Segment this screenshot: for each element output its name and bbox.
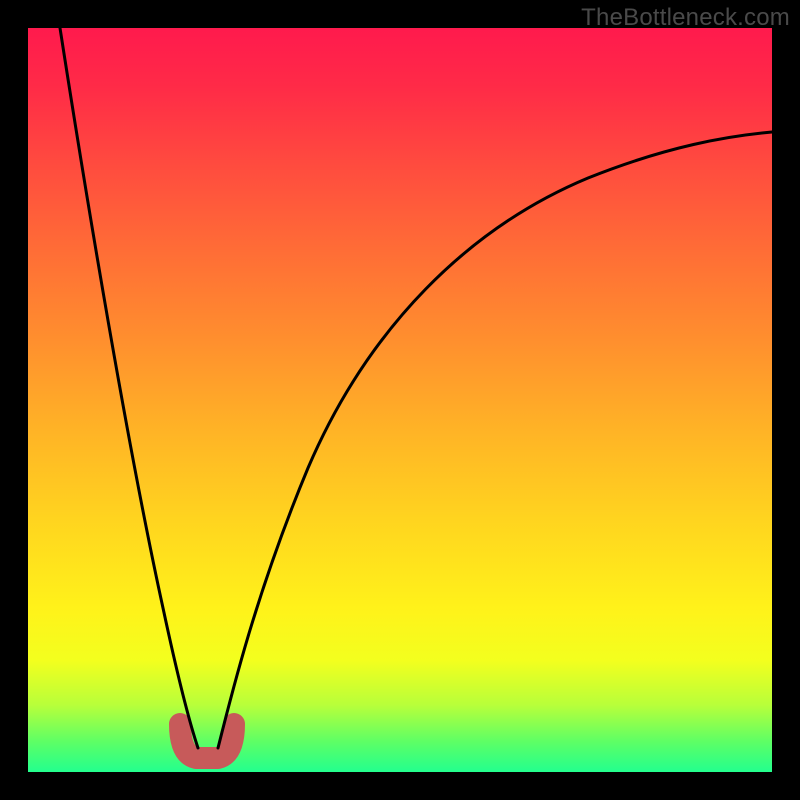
- curve-right: [218, 132, 772, 748]
- trough-marker: [180, 724, 234, 758]
- chart-svg: [28, 28, 772, 772]
- curve-left: [60, 28, 198, 748]
- chart-frame: TheBottleneck.com: [0, 0, 800, 800]
- chart-plot-area: [28, 28, 772, 772]
